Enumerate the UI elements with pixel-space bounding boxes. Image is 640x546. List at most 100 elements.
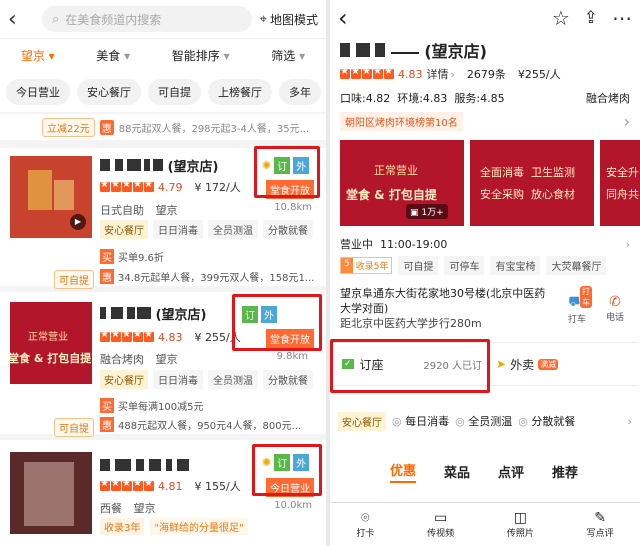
safe-row[interactable]: 安心餐厅 ◎ 每日消毒 ◎ 全员测温 ◎ 分散就餐 › xyxy=(332,408,638,434)
banner-text: 同舟共 xyxy=(606,188,639,201)
booking-row: ✓ 订座 2920 人已订 ➤ 外卖 满减 xyxy=(330,339,638,393)
filter-sort[interactable]: 智能排序 ▾ xyxy=(172,47,230,64)
buy-icon: 买 xyxy=(100,398,114,413)
tab-offers[interactable]: 优惠 xyxy=(390,460,417,483)
address: 望京阜通东大街花家地30号楼(北京中医药大学对面) xyxy=(340,287,546,315)
filter-category[interactable]: 美食 ▾ xyxy=(96,47,130,64)
banner-text: 安全升 xyxy=(606,166,639,179)
feature: ◎ 分散就餐 xyxy=(518,413,575,429)
feature-tag: 全员测温 xyxy=(208,220,258,239)
back-icon[interactable]: ‹ xyxy=(8,7,34,32)
distance: 10.0km xyxy=(274,500,312,511)
area: 望京 xyxy=(155,353,178,366)
image-text: 正常营业 xyxy=(28,332,68,343)
bottom-bar: ⌾ 打卡 ▭ 传视频 ◫ 传照片 ✎ 写点评 xyxy=(330,502,640,546)
search-input[interactable]: ⌕ 在美食频道内搜索 xyxy=(42,6,252,32)
edit-icon: ✎ xyxy=(594,510,606,526)
shop-name: (望京店) xyxy=(100,156,218,175)
rank-row[interactable]: 朝阳区烤肉环境榜第10名 › xyxy=(340,112,630,131)
address-block[interactable]: 望京阜通东大街花家地30号楼(北京中医药大学对面) 距北京中医药大学步行280m xyxy=(340,286,550,331)
photo-count-badge: ▣ 1万+ xyxy=(406,204,448,219)
safe-row: 安心餐厅 日日消毒 全员测温 分散就餐 xyxy=(100,370,313,389)
share-icon[interactable]: ⇪ xyxy=(584,8,598,28)
video-icon: ▭ xyxy=(434,510,448,526)
checkin-button[interactable]: ⌾ 打卡 xyxy=(356,510,374,539)
shop-name-text: (望京店) xyxy=(155,308,207,323)
feature-tag: 全员测温 xyxy=(208,370,258,389)
banner-strip[interactable]: 正常营业 堂食 & 打包自提 ▣ 1万+ 全面消毒 卫生监测 安全采购 放心食材… xyxy=(340,140,640,226)
filter-bar: 望京 ▾ 美食 ▾ 智能排序 ▾ 筛选 ▾ xyxy=(0,38,326,72)
highlight-box xyxy=(252,444,322,496)
chevron-right-icon: › xyxy=(625,237,630,251)
years-services-row: 5 收录5年 可自提 可停车 有宝宝椅 大荧幕餐厅 xyxy=(340,256,607,275)
promo-row[interactable]: 立减22元 惠 88元起双人餐，298元起3-4人餐，35元... xyxy=(0,114,326,140)
chip[interactable]: 今日营业 xyxy=(6,79,70,105)
back-icon[interactable]: ‹ xyxy=(338,4,364,32)
star-rating xyxy=(340,66,394,79)
takeout-button[interactable]: ➤ 外卖 满减 xyxy=(496,356,559,373)
avg-price: ¥ 155/人 xyxy=(194,480,241,493)
check-circle-icon: ◎ xyxy=(455,415,465,428)
filter-area[interactable]: 望京 ▾ xyxy=(21,47,55,64)
banner-text: 堂食 & 打包自提 xyxy=(346,188,437,202)
phone-button[interactable]: ✆ 电话 xyxy=(606,294,624,323)
chip[interactable]: 安心餐厅 xyxy=(77,79,141,105)
favorite-star-icon[interactable]: ☆ xyxy=(552,6,570,30)
feature-label: 全员测温 xyxy=(468,415,513,428)
banner: 正常营业 堂食 & 打包自提 ▣ 1万+ xyxy=(340,140,464,226)
buy-icon: 买 xyxy=(100,249,114,264)
filter-label: 望京 xyxy=(20,49,45,63)
map-mode-button[interactable]: 地图模式 xyxy=(270,11,318,28)
cuisine: 日式自助 xyxy=(100,204,144,217)
safe-row: 安心餐厅 日日消毒 全员测温 分散就餐 xyxy=(100,220,313,239)
tab-dishes[interactable]: 菜品 xyxy=(444,462,470,481)
safe-restaurant-badge: 安心餐厅 xyxy=(100,220,148,239)
rating-value: 4.79 xyxy=(158,180,183,194)
rating-value: 4.81 xyxy=(158,479,183,493)
shop-card[interactable]: 正常营业 堂食 & 打包自提 (望京店) 4.83 ¥ 255/人 融合烤肉 望… xyxy=(0,292,326,437)
hours-row[interactable]: 营业中 11:00-19:00 › xyxy=(340,236,630,252)
tab-recommend[interactable]: 推荐 xyxy=(552,462,578,481)
filter-more[interactable]: 筛选 ▾ xyxy=(271,47,305,64)
chip[interactable]: 可自提 xyxy=(148,79,201,105)
promo-text: 88元起双人餐，298元起3-4人餐，35元... xyxy=(118,123,310,135)
tab-reviews[interactable]: 点评 xyxy=(498,462,524,481)
area: 望京 xyxy=(133,502,156,515)
feature-tag: 分散就餐 xyxy=(263,370,313,389)
feature-label: 分散就餐 xyxy=(531,415,576,428)
shop-title: (望京店) xyxy=(340,38,630,62)
filter-label: 筛选 xyxy=(271,49,296,63)
detail-link[interactable]: 详情 xyxy=(427,66,449,82)
play-icon[interactable]: ▶ xyxy=(70,214,86,230)
years-num: 5 xyxy=(341,258,353,273)
upload-photo-button[interactable]: ◫ 传照片 xyxy=(507,510,534,539)
chevron-right-icon: › xyxy=(627,414,632,428)
highlight-box xyxy=(330,339,490,393)
upload-video-button[interactable]: ▭ 传视频 xyxy=(427,510,454,539)
shop-card[interactable]: 4.81 ¥ 155/人 西餐 望京 10.0km 收录3年 "海鲜给的分量很足… xyxy=(0,440,326,546)
review-count[interactable]: 2679条 xyxy=(467,66,506,82)
shop-card[interactable]: ▶ (望京店) 4.79 ¥ 172/人 日式自助 望京 10.8km 安心餐厅… xyxy=(0,146,326,289)
cuisine: 融合烤肉 xyxy=(100,353,144,366)
years-badge: 收录3年 xyxy=(100,518,145,535)
safe-restaurant-badge: 安心餐厅 xyxy=(338,411,386,431)
pickup-badge: 可自提 xyxy=(54,418,94,437)
cuisine: 西餐 xyxy=(100,502,122,515)
checkin-label: 打卡 xyxy=(356,529,375,539)
chip[interactable]: 上榜餐厅 xyxy=(208,79,272,105)
image-text: 堂食 & 打包自提 xyxy=(10,352,92,365)
search-placeholder: 在美食频道内搜索 xyxy=(65,12,162,27)
feature-tag: 日日消毒 xyxy=(153,370,203,389)
taxi-label: 打车 xyxy=(568,315,587,325)
rating-value: 4.83 xyxy=(398,67,423,81)
more-icon[interactable]: ⋯ xyxy=(612,6,632,30)
chip[interactable]: 多年 xyxy=(279,79,321,105)
promo-line: 买 买单9.6折 xyxy=(100,249,164,264)
write-review-button[interactable]: ✎ 写点评 xyxy=(587,510,614,539)
highlight-box xyxy=(232,294,322,351)
taxi-button[interactable]: 打车 ⛟ 打车 xyxy=(568,286,592,325)
discount-badge: 立减22元 xyxy=(42,117,95,137)
search-icon: ⌕ xyxy=(52,11,60,27)
star-rating xyxy=(100,179,154,192)
rating-value: 4.83 xyxy=(158,330,183,344)
